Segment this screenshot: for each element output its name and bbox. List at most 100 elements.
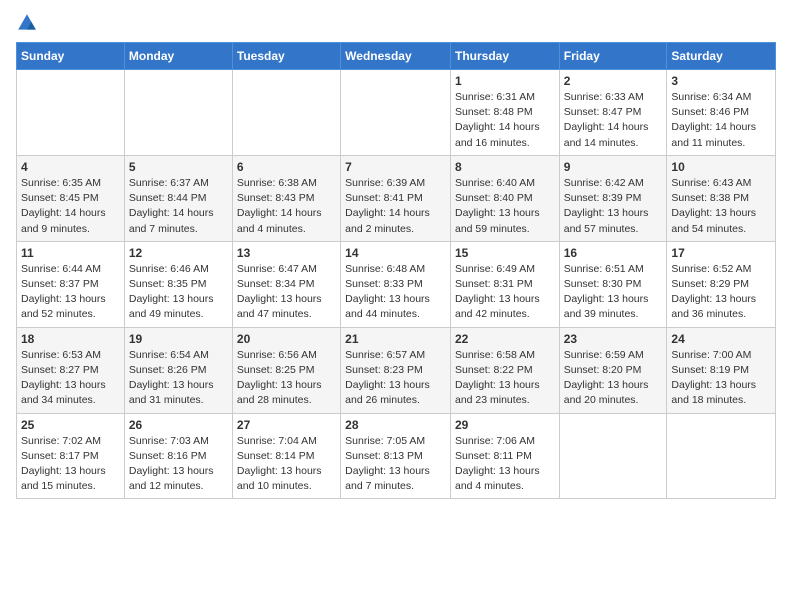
day-number: 20 [237, 332, 336, 346]
day-number: 16 [564, 246, 663, 260]
day-info: Sunrise: 6:46 AMSunset: 8:35 PMDaylight:… [129, 262, 228, 323]
calendar-week-row: 1Sunrise: 6:31 AMSunset: 8:48 PMDaylight… [17, 70, 776, 156]
day-number: 23 [564, 332, 663, 346]
calendar-cell: 22 Sunrise: 6:58 AMSunset: 8:22 PMDayligh… [450, 327, 559, 413]
calendar-cell: 8 Sunrise: 6:40 AMSunset: 8:40 PMDaylight… [450, 155, 559, 241]
day-info: Sunrise: 6:33 AMSunset: 8:47 PMDaylight:… [564, 90, 663, 151]
calendar-week-row: 25 Sunrise: 7:02 AMSunset: 8:17 PMDayligh… [17, 413, 776, 499]
calendar-cell: 27 Sunrise: 7:04 AMSunset: 8:14 PMDayligh… [232, 413, 340, 499]
day-info: Sunrise: 6:43 AMSunset: 8:38 PMDaylight:… [671, 176, 771, 237]
day-info: Sunrise: 6:54 AMSunset: 8:26 PMDaylight:… [129, 348, 228, 409]
day-number: 27 [237, 418, 336, 432]
calendar-cell: 13 Sunrise: 6:47 AMSunset: 8:34 PMDayligh… [232, 241, 340, 327]
calendar-cell: 6 Sunrise: 6:38 AMSunset: 8:43 PMDaylight… [232, 155, 340, 241]
column-header-friday: Friday [559, 43, 667, 70]
calendar-cell: 4Sunrise: 6:35 AMSunset: 8:45 PMDaylight… [17, 155, 125, 241]
day-info: Sunrise: 6:40 AMSunset: 8:40 PMDaylight:… [455, 176, 555, 237]
logo-icon [16, 12, 38, 34]
day-number: 29 [455, 418, 555, 432]
calendar-cell: 5 Sunrise: 6:37 AMSunset: 8:44 PMDaylight… [124, 155, 232, 241]
day-info: Sunrise: 6:47 AMSunset: 8:34 PMDaylight:… [237, 262, 336, 323]
day-info: Sunrise: 7:05 AMSunset: 8:13 PMDaylight:… [345, 434, 446, 495]
day-info: Sunrise: 6:38 AMSunset: 8:43 PMDaylight:… [237, 176, 336, 237]
day-info: Sunrise: 6:31 AMSunset: 8:48 PMDaylight:… [455, 90, 555, 151]
day-info: Sunrise: 6:53 AMSunset: 8:27 PMDaylight:… [21, 348, 120, 409]
calendar-cell: 3 Sunrise: 6:34 AMSunset: 8:46 PMDaylight… [667, 70, 776, 156]
calendar-week-row: 4Sunrise: 6:35 AMSunset: 8:45 PMDaylight… [17, 155, 776, 241]
day-info: Sunrise: 6:58 AMSunset: 8:22 PMDaylight:… [455, 348, 555, 409]
day-number: 17 [671, 246, 771, 260]
day-number: 4 [21, 160, 120, 174]
day-number: 22 [455, 332, 555, 346]
day-number: 9 [564, 160, 663, 174]
calendar-cell [232, 70, 340, 156]
calendar-cell: 25 Sunrise: 7:02 AMSunset: 8:17 PMDayligh… [17, 413, 125, 499]
calendar-cell: 10 Sunrise: 6:43 AMSunset: 8:38 PMDayligh… [667, 155, 776, 241]
day-number: 10 [671, 160, 771, 174]
calendar-cell: 21 Sunrise: 6:57 AMSunset: 8:23 PMDayligh… [341, 327, 451, 413]
day-number: 24 [671, 332, 771, 346]
calendar-cell: 24 Sunrise: 7:00 AMSunset: 8:19 PMDayligh… [667, 327, 776, 413]
day-info: Sunrise: 6:57 AMSunset: 8:23 PMDaylight:… [345, 348, 446, 409]
day-number: 11 [21, 246, 120, 260]
day-number: 8 [455, 160, 555, 174]
column-header-saturday: Saturday [667, 43, 776, 70]
calendar-cell [124, 70, 232, 156]
day-info: Sunrise: 6:34 AMSunset: 8:46 PMDaylight:… [671, 90, 771, 151]
day-number: 28 [345, 418, 446, 432]
column-header-wednesday: Wednesday [341, 43, 451, 70]
calendar-cell: 29 Sunrise: 7:06 AMSunset: 8:11 PMDayligh… [450, 413, 559, 499]
day-info: Sunrise: 6:59 AMSunset: 8:20 PMDaylight:… [564, 348, 663, 409]
day-number: 26 [129, 418, 228, 432]
day-number: 25 [21, 418, 120, 432]
calendar-header-row: SundayMondayTuesdayWednesdayThursdayFrid… [17, 43, 776, 70]
day-number: 19 [129, 332, 228, 346]
column-header-thursday: Thursday [450, 43, 559, 70]
day-info: Sunrise: 6:39 AMSunset: 8:41 PMDaylight:… [345, 176, 446, 237]
day-number: 6 [237, 160, 336, 174]
calendar-cell: 18Sunrise: 6:53 AMSunset: 8:27 PMDayligh… [17, 327, 125, 413]
column-header-monday: Monday [124, 43, 232, 70]
column-header-sunday: Sunday [17, 43, 125, 70]
calendar-week-row: 11 Sunrise: 6:44 AMSunset: 8:37 PMDayligh… [17, 241, 776, 327]
day-number: 2 [564, 74, 663, 88]
calendar-cell: 28 Sunrise: 7:05 AMSunset: 8:13 PMDayligh… [341, 413, 451, 499]
calendar-cell: 19 Sunrise: 6:54 AMSunset: 8:26 PMDayligh… [124, 327, 232, 413]
calendar-cell [559, 413, 667, 499]
day-info: Sunrise: 7:06 AMSunset: 8:11 PMDaylight:… [455, 434, 555, 495]
day-info: Sunrise: 6:49 AMSunset: 8:31 PMDaylight:… [455, 262, 555, 323]
day-info: Sunrise: 6:48 AMSunset: 8:33 PMDaylight:… [345, 262, 446, 323]
calendar-cell: 7 Sunrise: 6:39 AMSunset: 8:41 PMDaylight… [341, 155, 451, 241]
calendar-cell: 9 Sunrise: 6:42 AMSunset: 8:39 PMDaylight… [559, 155, 667, 241]
calendar-cell: 11 Sunrise: 6:44 AMSunset: 8:37 PMDayligh… [17, 241, 125, 327]
day-number: 15 [455, 246, 555, 260]
day-info: Sunrise: 6:42 AMSunset: 8:39 PMDaylight:… [564, 176, 663, 237]
day-info: Sunrise: 7:04 AMSunset: 8:14 PMDaylight:… [237, 434, 336, 495]
calendar-cell: 17 Sunrise: 6:52 AMSunset: 8:29 PMDayligh… [667, 241, 776, 327]
calendar-cell: 14 Sunrise: 6:48 AMSunset: 8:33 PMDayligh… [341, 241, 451, 327]
day-number: 3 [671, 74, 771, 88]
calendar-table: SundayMondayTuesdayWednesdayThursdayFrid… [16, 42, 776, 499]
day-number: 13 [237, 246, 336, 260]
day-info: Sunrise: 6:52 AMSunset: 8:29 PMDaylight:… [671, 262, 771, 323]
day-info: Sunrise: 7:03 AMSunset: 8:16 PMDaylight:… [129, 434, 228, 495]
day-info: Sunrise: 7:00 AMSunset: 8:19 PMDaylight:… [671, 348, 771, 409]
calendar-cell: 20 Sunrise: 6:56 AMSunset: 8:25 PMDayligh… [232, 327, 340, 413]
day-info: Sunrise: 6:51 AMSunset: 8:30 PMDaylight:… [564, 262, 663, 323]
column-header-tuesday: Tuesday [232, 43, 340, 70]
calendar-cell: 1Sunrise: 6:31 AMSunset: 8:48 PMDaylight… [450, 70, 559, 156]
day-info: Sunrise: 6:37 AMSunset: 8:44 PMDaylight:… [129, 176, 228, 237]
calendar-cell: 15 Sunrise: 6:49 AMSunset: 8:31 PMDayligh… [450, 241, 559, 327]
day-info: Sunrise: 6:44 AMSunset: 8:37 PMDaylight:… [21, 262, 120, 323]
day-number: 12 [129, 246, 228, 260]
calendar-cell [667, 413, 776, 499]
day-number: 21 [345, 332, 446, 346]
day-number: 5 [129, 160, 228, 174]
day-info: Sunrise: 6:56 AMSunset: 8:25 PMDaylight:… [237, 348, 336, 409]
day-number: 14 [345, 246, 446, 260]
day-number: 7 [345, 160, 446, 174]
day-info: Sunrise: 7:02 AMSunset: 8:17 PMDaylight:… [21, 434, 120, 495]
calendar-cell: 26 Sunrise: 7:03 AMSunset: 8:16 PMDayligh… [124, 413, 232, 499]
calendar-cell: 2 Sunrise: 6:33 AMSunset: 8:47 PMDaylight… [559, 70, 667, 156]
calendar-cell: 23 Sunrise: 6:59 AMSunset: 8:20 PMDayligh… [559, 327, 667, 413]
